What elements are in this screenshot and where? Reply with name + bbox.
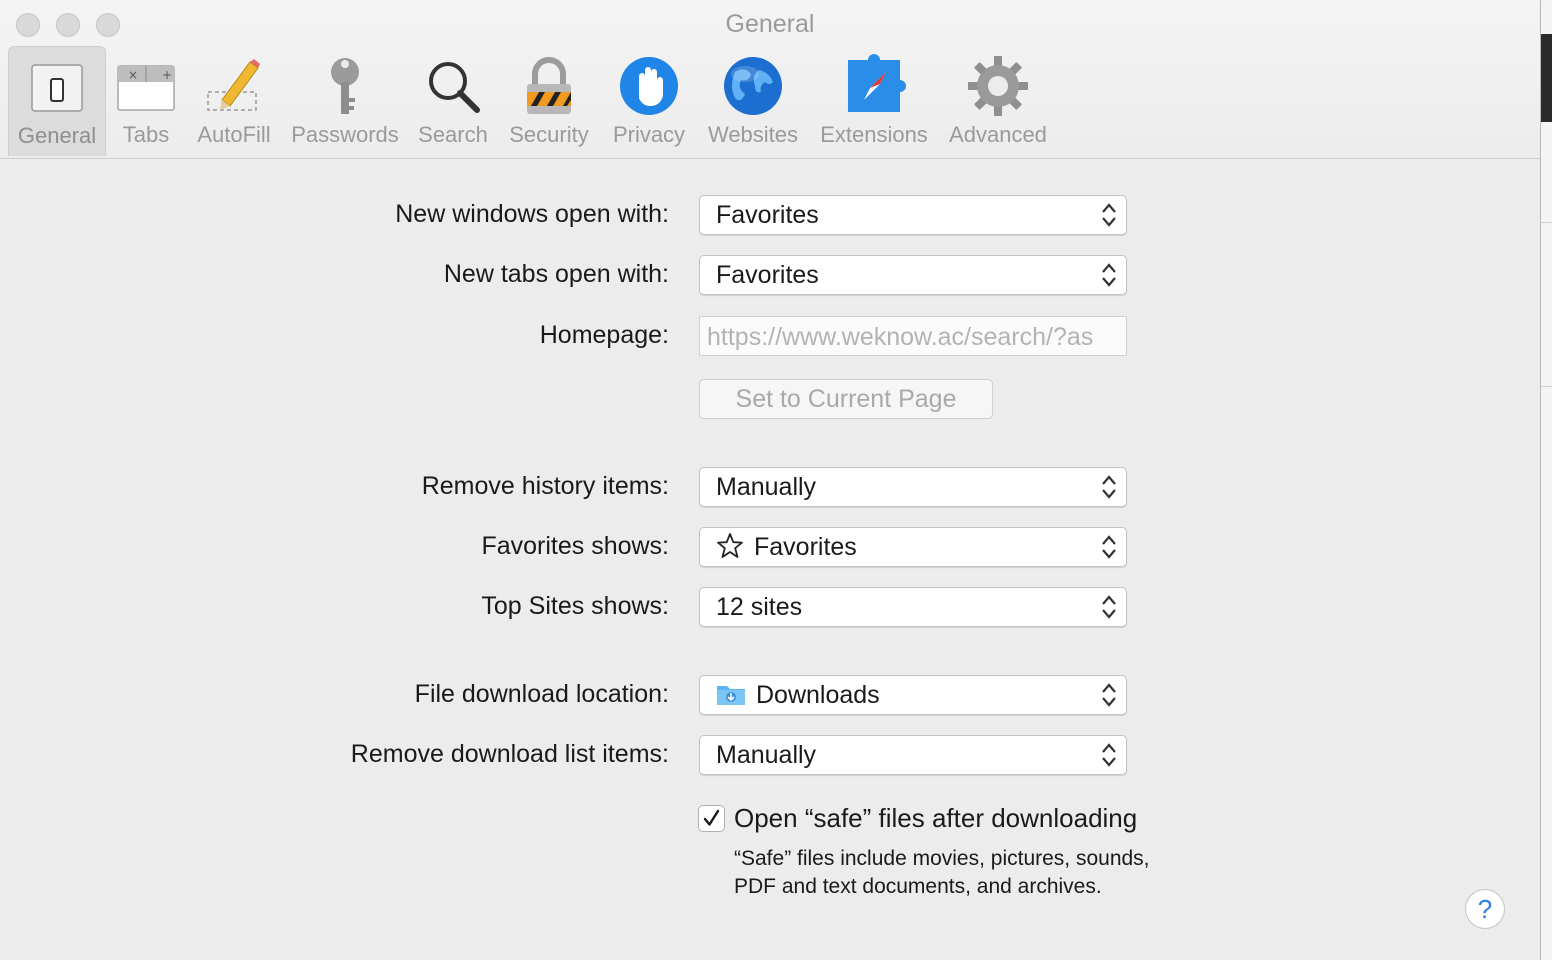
new-tabs-label: New tabs open with:: [443, 260, 669, 288]
magnifier-icon: [429, 62, 480, 113]
chevron-up-down-icon: [1102, 683, 1116, 707]
tab-advanced[interactable]: Advanced: [942, 46, 1054, 156]
general-switch-icon: [31, 64, 83, 112]
favorites-shows-popup[interactable]: Favorites: [699, 527, 1127, 567]
tab-tabs-label: Tabs: [122, 122, 170, 147]
globe-icon: [724, 57, 782, 115]
tab-search[interactable]: Search: [412, 46, 494, 156]
tabs-icon: × +: [117, 65, 175, 111]
homepage-field[interactable]: https://www.weknow.ac/search/?as: [699, 316, 1127, 356]
top-sites-shows-popup[interactable]: 12 sites: [699, 587, 1127, 627]
key-icon: [331, 58, 359, 114]
open-safe-files-checkbox[interactable]: [698, 805, 725, 832]
chevron-up-down-icon: [1102, 203, 1116, 227]
favorites-shows-value: Favorites: [754, 533, 857, 561]
puzzle-compass-icon: [848, 54, 906, 112]
star-icon: [717, 533, 743, 559]
lock-icon: [527, 57, 571, 114]
gear-icon: [968, 56, 1028, 116]
chevron-up-down-icon: [1102, 595, 1116, 619]
new-tabs-value: Favorites: [716, 261, 819, 289]
tab-advanced-label: Advanced: [949, 122, 1047, 147]
favorites-shows-label: Favorites shows:: [481, 532, 669, 560]
chevron-up-down-icon: [1102, 743, 1116, 767]
svg-text:+: +: [162, 68, 172, 82]
new-windows-label: New windows open with:: [395, 200, 669, 228]
tab-extensions[interactable]: Extensions: [812, 46, 936, 156]
background-dark-panel: [1541, 34, 1552, 122]
help-button[interactable]: ?: [1465, 889, 1505, 929]
open-safe-files-label[interactable]: Open “safe” files after downloading: [734, 803, 1137, 834]
preferences-window: General General × + Tabs AutoFill Passwo…: [0, 0, 1541, 960]
tab-privacy[interactable]: Privacy: [604, 46, 694, 156]
tab-security-label: Security: [509, 122, 589, 147]
tab-passwords[interactable]: Passwords: [286, 46, 404, 156]
tab-extensions-label: Extensions: [820, 122, 928, 147]
background-divider: [1541, 222, 1552, 223]
download-location-value: Downloads: [756, 681, 880, 709]
tab-general-label: General: [17, 123, 97, 148]
remove-history-popup[interactable]: Manually: [699, 467, 1127, 507]
pencil-icon: [207, 59, 260, 111]
svg-text:×: ×: [128, 68, 138, 82]
titlebar-toolbar: General General × + Tabs AutoFill Passwo…: [0, 0, 1540, 159]
chevron-up-down-icon: [1102, 535, 1116, 559]
tab-search-label: Search: [418, 122, 488, 147]
remove-download-popup[interactable]: Manually: [699, 735, 1127, 775]
tab-autofill-label: AutoFill: [197, 122, 271, 147]
homepage-label: Homepage:: [539, 321, 669, 349]
new-tabs-popup[interactable]: Favorites: [699, 255, 1127, 295]
window-title: General: [725, 10, 815, 38]
downloads-folder-icon: [717, 686, 745, 706]
top-sites-shows-label: Top Sites shows:: [481, 592, 669, 620]
tab-tabs[interactable]: × + Tabs: [108, 46, 184, 156]
remove-download-value: Manually: [716, 741, 817, 769]
remove-history-value: Manually: [716, 473, 817, 501]
tab-general[interactable]: General: [8, 46, 106, 156]
download-location-label: File download location:: [414, 680, 669, 708]
remove-download-label: Remove download list items:: [350, 740, 669, 768]
checkmark-icon: [703, 809, 720, 826]
tab-autofill[interactable]: AutoFill: [190, 46, 278, 156]
background-divider: [1541, 386, 1552, 387]
top-sites-shows-value: 12 sites: [716, 593, 803, 621]
set-to-current-page-button[interactable]: Set to Current Page: [699, 379, 993, 419]
tab-privacy-label: Privacy: [612, 122, 686, 147]
tab-security[interactable]: Security: [502, 46, 596, 156]
hand-icon: [620, 57, 678, 115]
safe-files-note: “Safe” files include movies, pictures, s…: [734, 847, 1150, 898]
tab-passwords-label: Passwords: [291, 122, 399, 147]
new-windows-value: Favorites: [716, 201, 819, 229]
chevron-up-down-icon: [1102, 475, 1116, 499]
download-location-popup[interactable]: Downloads: [699, 675, 1127, 715]
new-windows-popup[interactable]: Favorites: [699, 195, 1127, 235]
background-window-edge: [1540, 0, 1552, 960]
remove-history-label: Remove history items:: [421, 472, 669, 500]
chevron-up-down-icon: [1102, 263, 1116, 287]
tab-websites[interactable]: Websites: [702, 46, 804, 156]
tab-websites-label: Websites: [707, 122, 799, 147]
